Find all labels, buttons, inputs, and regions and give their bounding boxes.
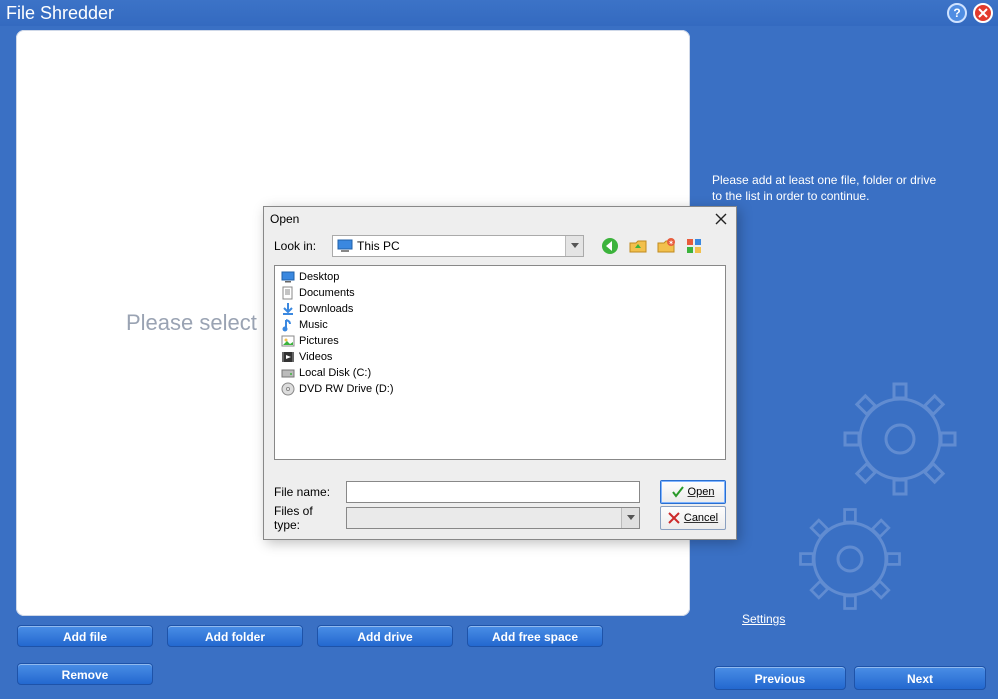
- file-item-label: DVD RW Drive (D:): [299, 383, 394, 395]
- picture-icon: [281, 334, 295, 348]
- file-item-label: Pictures: [299, 335, 339, 347]
- disk-icon: [281, 366, 295, 380]
- video-icon: [281, 350, 295, 364]
- add-folder-button[interactable]: Add folder: [167, 625, 303, 647]
- desktop-icon: [281, 270, 295, 284]
- app-header: File Shredder ?: [0, 0, 998, 26]
- file-item[interactable]: Downloads: [281, 301, 719, 317]
- dvd-icon: [281, 382, 295, 396]
- previous-button[interactable]: Previous: [714, 666, 846, 690]
- chevron-down-icon: [565, 236, 583, 256]
- filename-label: File name:: [274, 485, 342, 499]
- dialog-close-button[interactable]: [712, 210, 730, 228]
- remove-button[interactable]: Remove: [17, 663, 153, 685]
- lookin-value: This PC: [357, 239, 400, 253]
- file-item-label: Local Disk (C:): [299, 367, 371, 379]
- new-folder-icon[interactable]: ✶: [656, 236, 676, 256]
- lookin-dropdown[interactable]: This PC: [332, 235, 584, 257]
- file-list[interactable]: Desktop Documents Downloads Music Pictures Vi…: [274, 265, 726, 460]
- open-button[interactable]: Open: [660, 480, 726, 504]
- music-icon: [281, 318, 295, 332]
- lookin-label: Look in:: [274, 239, 326, 253]
- up-folder-icon[interactable]: [628, 236, 648, 256]
- file-item[interactable]: Music: [281, 317, 719, 333]
- file-item-label: Documents: [299, 287, 355, 299]
- file-item[interactable]: Desktop: [281, 269, 719, 285]
- file-item[interactable]: DVD RW Drive (D:): [281, 381, 719, 397]
- settings-link[interactable]: Settings: [742, 612, 785, 626]
- file-item[interactable]: Local Disk (C:): [281, 365, 719, 381]
- svg-text:?: ?: [953, 6, 960, 20]
- info-text: Please add at least one file, folder or …: [712, 172, 982, 204]
- cancel-button[interactable]: Cancel: [660, 506, 726, 530]
- add-drive-button[interactable]: Add drive: [317, 625, 453, 647]
- computer-icon: [337, 239, 353, 253]
- next-button[interactable]: Next: [854, 666, 986, 690]
- open-file-dialog: Open Look in: This PC ✶ Desktop Documents…: [263, 206, 737, 540]
- close-icon[interactable]: [972, 2, 994, 24]
- file-item-label: Desktop: [299, 271, 339, 283]
- chevron-down-icon: [621, 508, 639, 528]
- filetype-label: Files of type:: [274, 504, 342, 532]
- file-item[interactable]: Videos: [281, 349, 719, 365]
- filetype-dropdown[interactable]: [346, 507, 640, 529]
- back-icon[interactable]: [600, 236, 620, 256]
- download-icon: [281, 302, 295, 316]
- placeholder-text: Please select: [126, 310, 257, 336]
- file-item[interactable]: Pictures: [281, 333, 719, 349]
- add-file-button[interactable]: Add file: [17, 625, 153, 647]
- file-item-label: Downloads: [299, 303, 353, 315]
- file-item-label: Videos: [299, 351, 332, 363]
- dialog-title: Open: [270, 212, 299, 226]
- app-title: File Shredder: [6, 3, 114, 24]
- add-free-space-button[interactable]: Add free space: [467, 625, 603, 647]
- help-icon[interactable]: ?: [946, 2, 968, 24]
- check-icon: [672, 486, 684, 498]
- x-icon: [668, 512, 680, 524]
- gears-decoration: [780, 369, 990, 629]
- svg-text:✶: ✶: [668, 239, 674, 247]
- file-item-label: Music: [299, 319, 328, 331]
- view-menu-icon[interactable]: [684, 236, 704, 256]
- file-item[interactable]: Documents: [281, 285, 719, 301]
- filename-input[interactable]: [346, 481, 640, 503]
- document-icon: [281, 286, 295, 300]
